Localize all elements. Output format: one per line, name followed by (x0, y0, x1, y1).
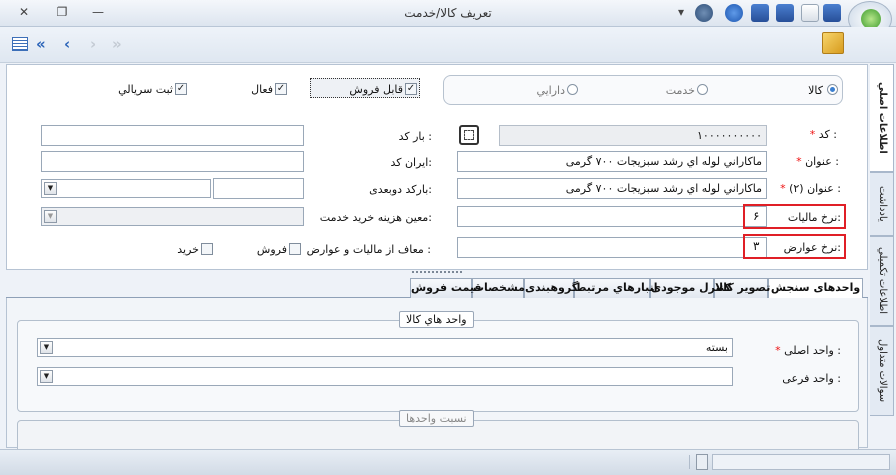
side-tab-notes[interactable]: يادداشت (870, 172, 894, 236)
tax-value: ۶ (753, 209, 760, 223)
tab-grouping[interactable]: گروهبندی (524, 278, 578, 298)
chevron-down-icon: ▼ (40, 370, 53, 383)
type-goods-radio[interactable] (827, 84, 838, 95)
duty-value: ۳ (753, 239, 760, 253)
new-document-icon[interactable] (801, 4, 819, 22)
main-unit-value: بسته (705, 341, 728, 354)
detail-tabs: واحدهای سنجش تصوير کالا کنترل موجودی انب… (6, 276, 868, 299)
main-info-panel: کالا خدمت دارايي ✓ قابل فروش ✓ فعال ✓ ثب… (6, 64, 868, 270)
serial-checkbox[interactable]: ✓ (175, 83, 187, 95)
barcode2-type-dropdown[interactable]: ▼ (41, 179, 211, 198)
title2-field[interactable]: ماکاراني لوله اي رشد سبزيجات ۷۰۰ گرمی (457, 178, 767, 199)
next-record-button[interactable]: › (90, 37, 96, 53)
tab-units[interactable]: واحدهای سنجش (768, 278, 863, 299)
duty-field[interactable] (457, 237, 767, 258)
side-tabs: اطلاعات اصلي يادداشت اطلاعات تکميلي سوال… (870, 64, 896, 454)
duty-highlight: ۳ (743, 234, 846, 259)
chevron-down-icon: ▼ (44, 210, 57, 223)
tax-field[interactable] (457, 206, 767, 227)
save-close-icon[interactable] (823, 4, 841, 22)
exempt-sale-label: فروش (256, 243, 287, 256)
chevron-down-icon: ▼ (40, 341, 53, 354)
type-goods-label: کالا (808, 84, 823, 97)
code-field[interactable]: ۱۰۰۰۰۰۰۰۰۰۰ (499, 125, 767, 146)
product-icon (822, 32, 844, 54)
minimize-button[interactable]: — (88, 4, 108, 20)
iran-code-label: ايران کد: (390, 156, 432, 169)
tax-highlight: ۶ (743, 204, 846, 229)
service-cost-label: معين هزينه خريد خدمت: (319, 211, 432, 224)
service-cost-dropdown[interactable]: ▼ (41, 207, 304, 226)
side-tab-extra-info[interactable]: اطلاعات تکميلي (870, 236, 894, 326)
sellable-label: قابل فروش (349, 83, 403, 96)
status-section (0, 455, 690, 469)
exempt-buy-checkbox[interactable] (201, 243, 213, 255)
ratio-group-title: نسبت واحدها (399, 410, 474, 427)
barcode-label: بار کد : (398, 130, 432, 143)
first-record-button[interactable]: « (36, 37, 46, 53)
type-service-label: خدمت (665, 84, 695, 97)
sellable-checkbox[interactable]: ✓ (405, 83, 417, 95)
units-group (17, 320, 859, 412)
title2-label: * عنوان (۲) : (780, 182, 841, 195)
side-tab-faq[interactable]: سوالات متداول (870, 326, 894, 416)
title-field[interactable]: ماکاراني لوله اي رشد سبزيجات ۷۰۰ گرمی (457, 151, 767, 172)
code-generate-button[interactable] (459, 125, 479, 145)
status-indicator (696, 454, 708, 470)
type-asset-label: دارايي (536, 84, 565, 97)
save-icon[interactable] (751, 4, 769, 22)
status-section-right (712, 454, 890, 470)
active-checkbox[interactable]: ✓ (275, 83, 287, 95)
maximize-button[interactable]: ❐ (52, 4, 72, 20)
side-tab-main-info[interactable]: اطلاعات اصلي (870, 64, 894, 172)
title-bar: تعريف کالا/خدمت ✕ ❐ — ▾ (0, 0, 896, 37)
units-group-title: واحد هاي کالا (399, 311, 474, 328)
barcode2-field[interactable] (213, 178, 304, 199)
sub-unit-label: واحد فرعی : (782, 372, 841, 385)
list-icon[interactable] (12, 37, 28, 51)
barcode2-label: بارکد دوبعدی: (369, 183, 432, 196)
help-icon[interactable] (725, 4, 743, 22)
sub-unit-dropdown[interactable]: ▼ (37, 367, 733, 386)
splitter-grip[interactable] (412, 271, 462, 275)
app-logo-icon (861, 9, 881, 29)
quick-access-dropdown[interactable]: ▾ (674, 4, 688, 20)
barcode-field[interactable] (41, 125, 304, 146)
previous-record-button[interactable]: ‹ (64, 37, 70, 53)
tab-stock-control[interactable]: کنترل موجودی (650, 278, 731, 298)
status-bar (0, 449, 896, 475)
chevron-down-icon: ▼ (44, 182, 57, 195)
save-as-icon[interactable] (776, 4, 794, 22)
exempt-label: معاف از ماليات و عوارض : (306, 243, 431, 256)
tab-sale-price[interactable]: قيمت فروش (410, 278, 482, 298)
tab-warehouses[interactable]: انبارهاي مرتبط (574, 278, 658, 298)
close-button[interactable]: ✕ (14, 4, 34, 20)
units-panel: واحد هاي کالا * واحد اصلی : ▼ بسته واحد … (6, 298, 868, 460)
active-label: فعال (251, 83, 273, 96)
code-label: * کد : (809, 128, 837, 141)
main-unit-dropdown[interactable]: ▼ بسته (37, 338, 733, 357)
exempt-buy-label: خريد (177, 243, 199, 256)
exempt-sale-checkbox[interactable] (289, 243, 301, 255)
iran-code-field[interactable] (41, 151, 304, 172)
last-record-button[interactable]: » (112, 37, 122, 53)
wrench-icon[interactable] (695, 4, 713, 22)
type-asset-radio[interactable] (567, 84, 578, 95)
barcode-scan-icon (464, 130, 474, 140)
type-service-radio[interactable] (697, 84, 708, 95)
title-label: * عنوان : (796, 155, 839, 168)
navigation-toolbar: « ‹ › » (0, 27, 896, 63)
main-unit-label: * واحد اصلی : (775, 344, 841, 357)
serial-label: ثبت سريالي (118, 83, 173, 96)
